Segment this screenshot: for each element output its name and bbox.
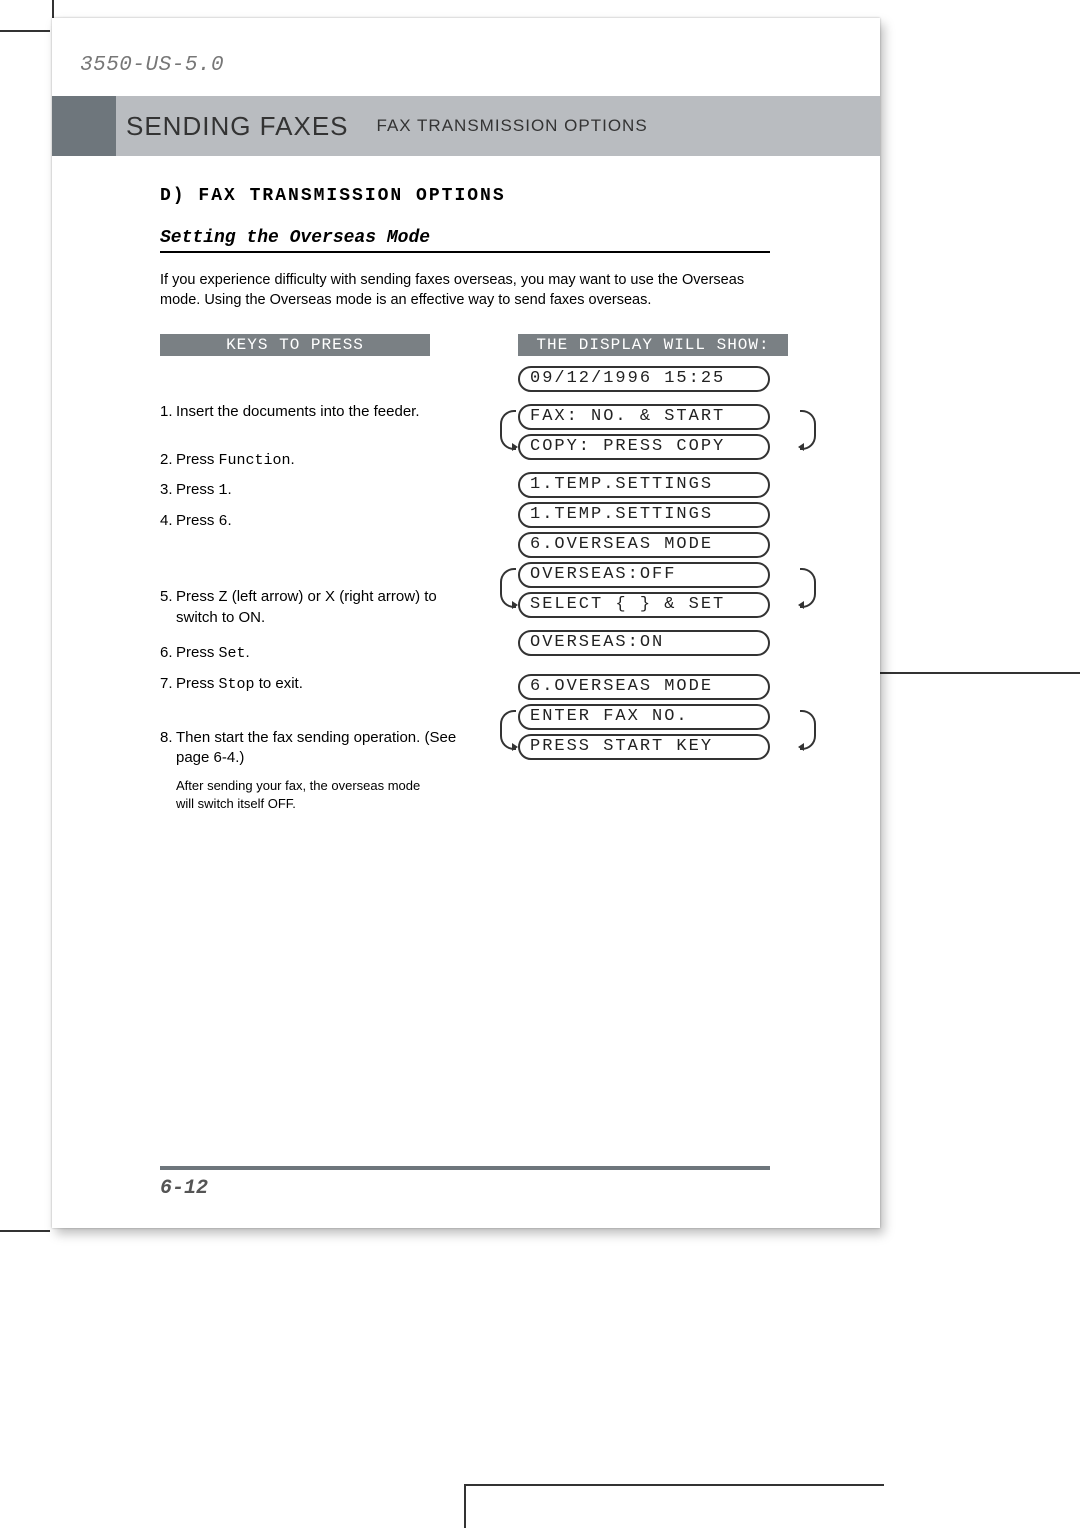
lcd-row: 1.TEMP.SETTINGS xyxy=(500,502,800,528)
intro-paragraph: If you experience difficulty with sendin… xyxy=(160,271,770,310)
page: 3550-US-5.0 SENDING FAXES FAX TRANSMISSI… xyxy=(52,18,880,1228)
lcd-display: SELECT { } & SET xyxy=(518,592,770,618)
crop-mark xyxy=(464,1472,884,1486)
header-subtitle: FAX TRANSMISSION OPTIONS xyxy=(377,116,648,136)
header-title: SENDING FAXES xyxy=(126,111,349,142)
cycle-arrow-icon xyxy=(500,568,516,608)
lcd-row: 1.TEMP.SETTINGS xyxy=(500,472,800,498)
step-3: 3. Press 1. xyxy=(160,480,460,501)
lcd-row: 09/12/1996 15:25 xyxy=(500,366,800,392)
cycle-arrow-icon xyxy=(800,568,816,608)
step-5: 5. Press Z (left arrow) or X (right arro… xyxy=(160,587,460,627)
footnote: After sending your fax, the overseas mod… xyxy=(176,777,426,812)
lcd-display: 6.OVERSEAS MODE xyxy=(518,674,770,700)
lcd-display: 09/12/1996 15:25 xyxy=(518,366,770,392)
lcd-row: 6.OVERSEAS MODE xyxy=(500,674,800,700)
step-6: 6. Press Set. xyxy=(160,643,460,664)
cycle-arrow-icon xyxy=(500,410,516,450)
step-4: 4. Press 6. xyxy=(160,511,460,532)
lcd-display: 1.TEMP.SETTINGS xyxy=(518,472,770,498)
right-column-header: THE DISPLAY WILL SHOW: xyxy=(518,334,788,356)
lcd-display: 6.OVERSEAS MODE xyxy=(518,532,770,558)
body: D) FAX TRANSMISSION OPTIONS Setting the … xyxy=(160,186,820,812)
lcd-display: FAX: NO. & START xyxy=(518,404,770,430)
lcd-display: COPY: PRESS COPY xyxy=(518,434,770,460)
left-column: KEYS TO PRESS 1. Insert the documents in… xyxy=(160,334,460,812)
lcd-group: FAX: NO. & START COPY: PRESS COPY xyxy=(500,404,800,460)
crop-mark xyxy=(0,18,50,32)
lcd-row: OVERSEAS:ON xyxy=(500,630,800,656)
cycle-arrow-icon xyxy=(800,410,816,450)
step-1: 1. Insert the documents into the feeder. xyxy=(160,402,460,422)
lcd-display: OVERSEAS:OFF xyxy=(518,562,770,588)
step-2: 2. Press Function. xyxy=(160,450,460,471)
steps-list: 1. Insert the documents into the feeder.… xyxy=(160,402,460,812)
crop-mark xyxy=(40,0,54,18)
lcd-display: PRESS START KEY xyxy=(518,734,770,760)
lcd-group: OVERSEAS:OFF SELECT { } & SET xyxy=(500,562,800,618)
header-accent xyxy=(52,96,116,156)
step-8: 8. Then start the fax sending operation.… xyxy=(160,728,460,767)
section-subheading: Setting the Overseas Mode xyxy=(160,228,770,253)
header-bar: SENDING FAXES FAX TRANSMISSION OPTIONS xyxy=(52,96,880,156)
cycle-arrow-icon xyxy=(500,710,516,750)
cycle-arrow-icon xyxy=(800,710,816,750)
lcd-display: ENTER FAX NO. xyxy=(518,704,770,730)
crop-mark xyxy=(452,1486,466,1528)
page-number: 6-12 xyxy=(160,1177,208,1200)
right-column: THE DISPLAY WILL SHOW: 09/12/1996 15:25 … xyxy=(500,334,800,812)
lcd-display: 1.TEMP.SETTINGS xyxy=(518,502,770,528)
lcd-display: OVERSEAS:ON xyxy=(518,630,770,656)
section-heading: D) FAX TRANSMISSION OPTIONS xyxy=(160,186,820,206)
lcd-group: ENTER FAX NO. PRESS START KEY xyxy=(500,704,800,760)
footer-rule xyxy=(160,1166,770,1170)
crop-mark xyxy=(0,1218,50,1232)
crop-mark xyxy=(880,660,1080,674)
left-column-header: KEYS TO PRESS xyxy=(160,334,430,356)
lcd-row: 6.OVERSEAS MODE xyxy=(500,532,800,558)
step-7: 7. Press Stop to exit. xyxy=(160,674,460,695)
document-id: 3550-US-5.0 xyxy=(80,54,224,77)
